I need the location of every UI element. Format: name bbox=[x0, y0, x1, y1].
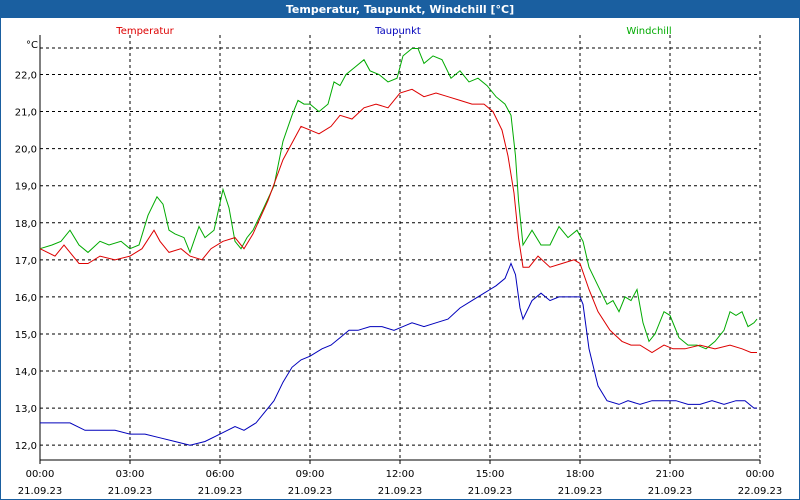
series-line-temperatur bbox=[39, 88, 757, 354]
x-tick-date-label: 21.09.23 bbox=[558, 486, 603, 497]
x-tick-time-label: 15:00 bbox=[476, 469, 505, 480]
y-tick-label: 13,0 bbox=[15, 404, 37, 415]
y-tick-label: 14,0 bbox=[15, 367, 37, 378]
x-tick-time-label: 12:00 bbox=[386, 469, 415, 480]
legend-windchill: Windchill bbox=[626, 26, 671, 37]
x-tick-time-label: 09:00 bbox=[296, 469, 325, 480]
y-tick-label: 17,0 bbox=[15, 256, 37, 267]
legend-temperatur: Temperatur bbox=[115, 26, 174, 37]
line-chart: °C 12,0 13,0 14,0 15,0 16,0 17,0 18,0 19,0 20,0 2… bbox=[15, 26, 783, 497]
x-tick-time-label: 00:00 bbox=[746, 469, 775, 480]
legend: Temperatur Taupunkt Windchill bbox=[115, 26, 671, 37]
x-tick-date-label: 22.09.23 bbox=[738, 486, 783, 497]
x-tick-date-label: 21.09.23 bbox=[108, 486, 153, 497]
y-tick-label: 19,0 bbox=[15, 182, 37, 193]
series-line-windchill bbox=[39, 48, 758, 350]
x-tick-time-label: 00:00 bbox=[26, 469, 55, 480]
series-line-taupunkt bbox=[40, 262, 757, 446]
y-axis-label: °C bbox=[26, 40, 38, 51]
y-tick-label: 20,0 bbox=[15, 145, 37, 156]
x-tick-time-label: 18:00 bbox=[566, 469, 595, 480]
y-tick-label: 15,0 bbox=[15, 330, 37, 341]
y-tick-label: 18,0 bbox=[15, 219, 37, 230]
y-tick-label: 12,0 bbox=[15, 441, 37, 452]
x-tick-date-label: 21.09.23 bbox=[378, 486, 423, 497]
y-tick-label: 22,0 bbox=[15, 70, 37, 81]
x-tick-time-label: 21:00 bbox=[656, 469, 685, 480]
plot-area bbox=[39, 48, 758, 446]
grid-lines bbox=[39, 35, 761, 464]
x-tick-time-label: 03:00 bbox=[116, 469, 145, 480]
x-tick-date-label: 21.09.23 bbox=[288, 486, 333, 497]
x-tick-date-label: 21.09.23 bbox=[648, 486, 693, 497]
y-tick-label: 16,0 bbox=[15, 293, 37, 304]
legend-taupunkt: Taupunkt bbox=[374, 26, 421, 37]
y-tick-label: 21,0 bbox=[15, 108, 37, 119]
x-tick-date-label: 21.09.23 bbox=[198, 486, 243, 497]
x-tick-date-label: 21.09.23 bbox=[468, 486, 513, 497]
x-tick-time-label: 06:00 bbox=[206, 469, 235, 480]
x-tick-date-label: 21.09.23 bbox=[18, 486, 63, 497]
